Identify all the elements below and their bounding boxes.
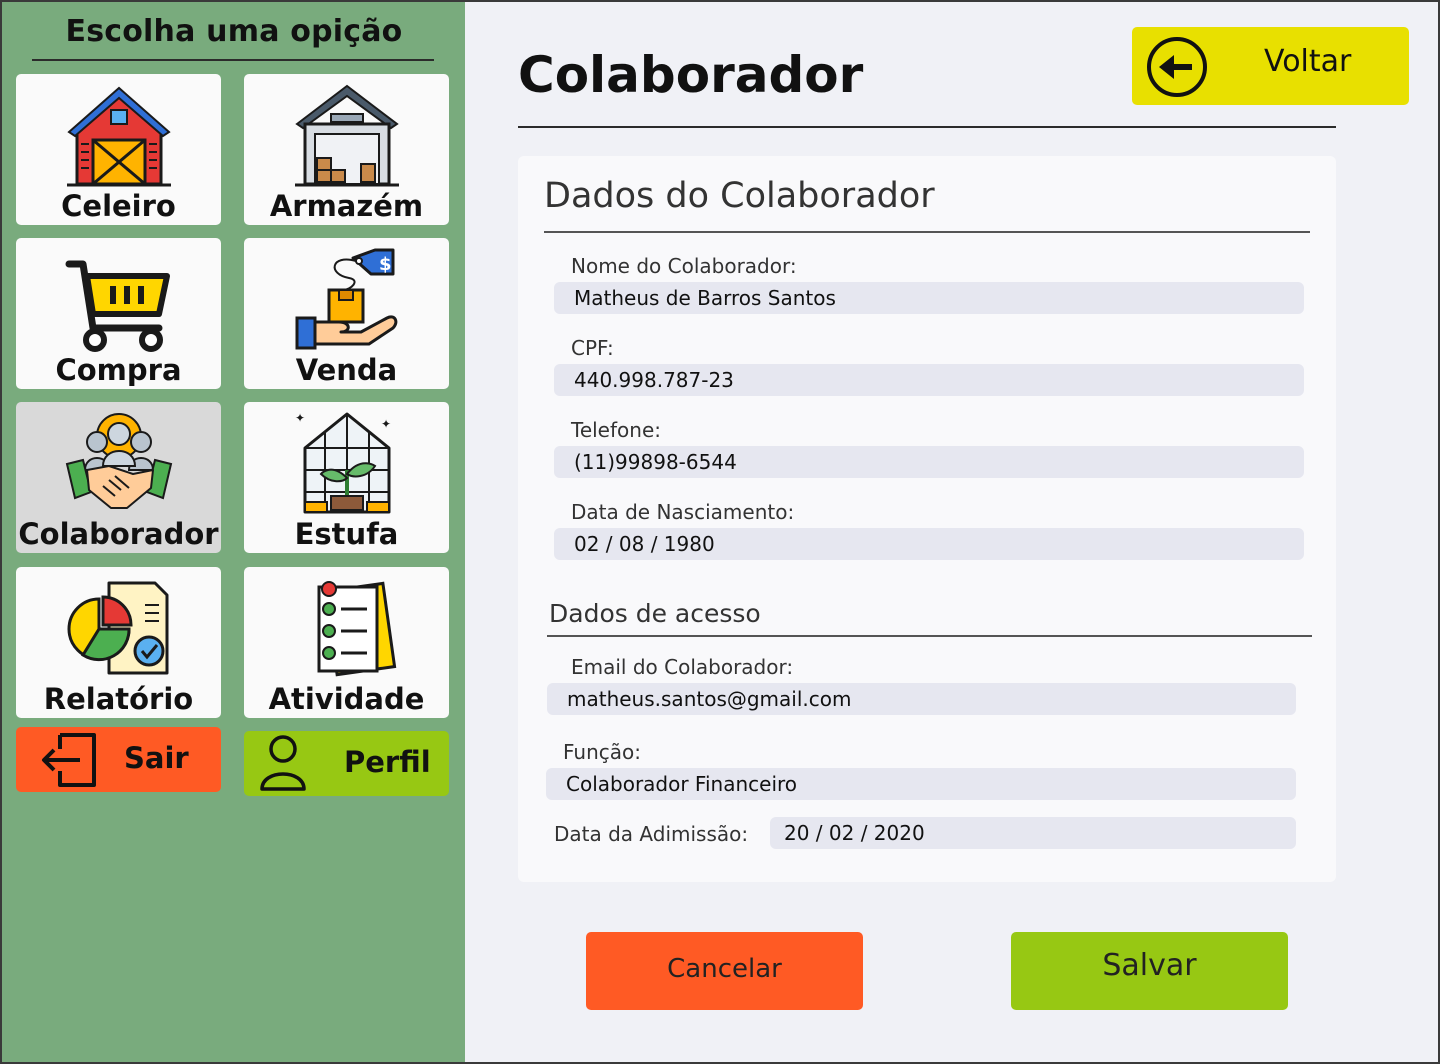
employee-form-card: Dados do Colaborador Nome do Colaborador…	[518, 156, 1336, 882]
section-divider	[544, 231, 1310, 233]
sale-hand-box-icon: $	[295, 248, 397, 350]
sidebar-item-label: Armazém	[269, 189, 424, 223]
sidebar-item-compra[interactable]: Compra	[16, 238, 221, 389]
sidebar-divider	[32, 59, 434, 61]
role-label: Função:	[563, 740, 641, 764]
sidebar-item-atividade[interactable]: Atividade	[244, 567, 449, 718]
greenhouse-icon: ✦ ✦	[295, 411, 391, 514]
access-section-divider	[547, 635, 1312, 637]
shopping-cart-icon	[65, 260, 170, 352]
back-button[interactable]: Voltar	[1132, 27, 1409, 105]
sidebar-title: Escolha uma opição	[65, 14, 403, 49]
sidebar-item-relatorio[interactable]: Relatório	[16, 567, 221, 718]
save-button[interactable]: Salvar	[1011, 932, 1288, 1010]
svg-text:✦: ✦	[381, 417, 391, 431]
email-field[interactable]: matheus.santos@gmail.com	[547, 683, 1296, 715]
sidebar-item-celeiro[interactable]: Celeiro	[16, 74, 221, 225]
app-window: Escolha uma opição Celeiro Armazém Compr…	[0, 0, 1440, 1064]
access-section-title: Dados de acesso	[549, 599, 761, 628]
sidebar-item-colaborador[interactable]: Colaborador	[16, 402, 221, 553]
warehouse-icon	[294, 84, 399, 187]
cancel-button[interactable]: Cancelar	[586, 932, 863, 1010]
sidebar: Escolha uma opição Celeiro Armazém Compr…	[2, 2, 465, 1062]
birth-date-field[interactable]: 02 / 08 / 1980	[554, 528, 1304, 560]
page-title: Colaborador	[518, 46, 864, 104]
logout-label: Sair	[124, 741, 189, 775]
phone-field[interactable]: (11)99898-6544	[554, 446, 1304, 478]
profile-button[interactable]: Perfil	[244, 731, 449, 796]
checklist-icon	[317, 581, 396, 677]
save-label: Salvar	[1102, 948, 1197, 983]
name-field[interactable]: Matheus de Barros Santos	[554, 282, 1304, 314]
sidebar-item-label: Relatório	[43, 682, 194, 716]
back-label: Voltar	[1264, 44, 1352, 79]
cpf-label: CPF:	[571, 336, 614, 360]
logout-button[interactable]: Sair	[16, 727, 221, 792]
handshake-team-icon	[65, 413, 172, 509]
section-title: Dados do Colaborador	[544, 176, 935, 216]
email-label: Email do Colaborador:	[571, 655, 794, 679]
sidebar-item-label: Celeiro	[61, 189, 176, 223]
sidebar-item-label: Venda	[295, 353, 398, 387]
arrow-left-icon	[1147, 37, 1207, 97]
barn-icon	[66, 86, 171, 187]
birth-date-label: Data de Nasciamento:	[571, 500, 795, 524]
sidebar-item-label: Estufa	[294, 517, 399, 551]
svg-text:✦: ✦	[295, 411, 305, 425]
logout-icon	[42, 733, 96, 787]
admission-date-label: Data da Adimissão:	[554, 822, 749, 846]
sidebar-item-label: Compra	[55, 353, 182, 387]
role-field[interactable]: Colaborador Financeiro	[546, 768, 1296, 800]
sidebar-item-armazem[interactable]: Armazém	[244, 74, 449, 225]
name-label: Nome do Colaborador:	[571, 254, 797, 278]
sidebar-item-label: Atividade	[268, 682, 425, 716]
title-divider	[518, 126, 1336, 128]
cancel-label: Cancelar	[667, 954, 782, 984]
sidebar-item-venda[interactable]: $ Venda	[244, 238, 449, 389]
user-icon	[260, 735, 306, 791]
phone-label: Telefone:	[571, 418, 661, 442]
admission-date-field[interactable]: 20 / 02 / 2020	[770, 817, 1296, 849]
sidebar-item-label: Colaborador	[18, 517, 219, 551]
cpf-field[interactable]: 440.998.787-23	[554, 364, 1304, 396]
sidebar-item-estufa[interactable]: ✦ ✦ Estufa	[244, 402, 449, 553]
svg-text:$: $	[379, 254, 392, 275]
profile-label: Perfil	[344, 745, 431, 779]
report-chart-icon	[67, 581, 168, 675]
